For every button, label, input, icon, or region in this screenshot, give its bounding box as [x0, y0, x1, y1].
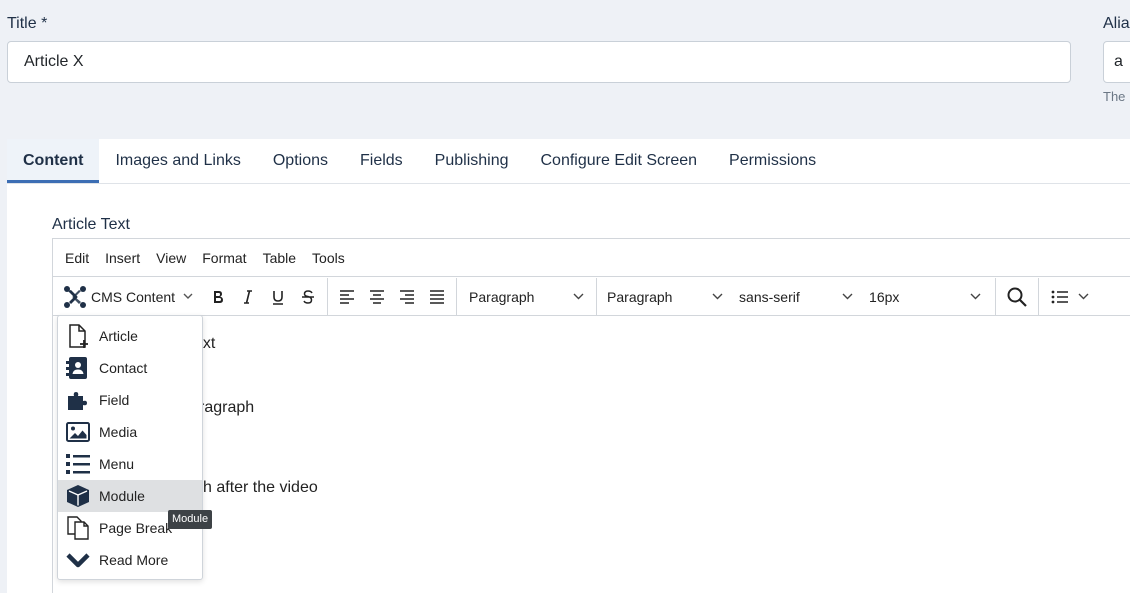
underline-button[interactable]: [263, 282, 293, 312]
align-left-button[interactable]: [332, 282, 362, 312]
cms-item-label: Module: [99, 488, 145, 504]
alias-input[interactable]: a: [1103, 41, 1130, 83]
article-text-label: Article Text: [52, 216, 130, 233]
tab-content[interactable]: Content: [7, 139, 100, 183]
alias-help-text: The: [1103, 89, 1126, 104]
title-label: Title *: [7, 15, 48, 32]
font-size-select[interactable]: 16px: [861, 282, 989, 312]
strikethrough-button[interactable]: [293, 282, 323, 312]
menu-edit[interactable]: Edit: [57, 250, 97, 266]
address-card-icon: [65, 356, 91, 380]
italic-button[interactable]: [233, 282, 263, 312]
cms-item-label: Menu: [99, 456, 135, 472]
search-icon: [1007, 287, 1027, 307]
italic-icon: [244, 289, 253, 304]
editor-toolbar: CMS Content Paragraph Paragraph sans-ser…: [53, 277, 1130, 316]
tooltip: Module: [168, 510, 213, 529]
cms-item-field[interactable]: Field: [58, 384, 202, 416]
align-center-button[interactable]: [362, 282, 392, 312]
cms-item-contact[interactable]: Contact: [58, 352, 202, 384]
puzzle-piece-icon: [65, 388, 91, 412]
file-plus-icon: [65, 324, 91, 348]
cms-item-label: Article: [99, 328, 138, 344]
cms-item-menu[interactable]: Menu: [58, 448, 202, 480]
font-family-value: sans-serif: [739, 288, 800, 305]
copy-icon: [65, 516, 91, 540]
align-right-button[interactable]: [392, 282, 422, 312]
cms-item-label: Page Break: [99, 520, 173, 536]
style-format-value: Paragraph: [607, 288, 673, 305]
block-format-select[interactable]: Paragraph: [461, 282, 592, 312]
align-right-icon: [400, 289, 415, 304]
chevron-down-icon: [1078, 293, 1089, 300]
chevron-down-icon: [573, 293, 584, 300]
tab-images-and-links[interactable]: Images and Links: [99, 139, 256, 183]
bold-icon: [214, 290, 224, 303]
font-size-value: 16px: [869, 288, 900, 305]
menu-tools[interactable]: Tools: [304, 250, 353, 266]
chevron-down-icon: [65, 548, 91, 572]
cube-icon: [65, 484, 91, 508]
bold-button[interactable]: [203, 282, 233, 312]
alias-label: Alias: [1103, 15, 1130, 32]
search-button[interactable]: [1002, 282, 1032, 312]
cms-content-button[interactable]: CMS Content: [59, 282, 197, 312]
tab-publishing[interactable]: Publishing: [419, 139, 525, 183]
chevron-down-icon: [183, 293, 193, 299]
list-icon: [65, 452, 91, 476]
chevron-down-icon: [842, 293, 853, 300]
block-format-value: Paragraph: [469, 288, 535, 305]
image-icon: [65, 420, 91, 444]
cms-item-label: Contact: [99, 360, 148, 376]
cms-content-label: CMS Content: [91, 288, 176, 305]
tab-bar: Content Images and Links Options Fields …: [7, 139, 1130, 184]
tab-options[interactable]: Options: [257, 139, 344, 183]
cms-item-label: Read More: [99, 552, 169, 568]
chevron-down-icon: [712, 293, 723, 300]
style-format-select[interactable]: Paragraph: [599, 282, 731, 312]
cms-item-label: Field: [99, 392, 130, 408]
align-left-icon: [340, 289, 355, 304]
bullet-list-icon: [1051, 290, 1069, 303]
tab-permissions[interactable]: Permissions: [713, 139, 832, 183]
cms-item-article[interactable]: Article: [58, 320, 202, 352]
cms-item-media[interactable]: Media: [58, 416, 202, 448]
chevron-down-icon: [970, 293, 981, 300]
bullet-list-button[interactable]: [1047, 282, 1092, 312]
underline-icon: [273, 290, 284, 305]
align-center-icon: [370, 289, 385, 304]
content-line-2: ragraph: [199, 399, 255, 416]
menu-view[interactable]: View: [148, 250, 194, 266]
cms-item-module[interactable]: Module: [58, 480, 202, 512]
editor-menubar: Edit Insert View Format Table Tools: [53, 239, 1130, 277]
tab-configure-edit-screen[interactable]: Configure Edit Screen: [525, 139, 714, 183]
menu-insert[interactable]: Insert: [97, 250, 148, 266]
menu-table[interactable]: Table: [255, 250, 304, 266]
title-input[interactable]: Article X: [7, 41, 1071, 83]
justify-icon: [430, 289, 445, 304]
strikethrough-icon: [302, 289, 315, 304]
cms-content-dropdown: Article Contact Field Media Menu Module: [57, 315, 203, 580]
content-line-3: h after the video: [203, 479, 318, 496]
cms-item-label: Media: [99, 424, 138, 440]
joomla-icon: [64, 285, 86, 308]
tab-fields[interactable]: Fields: [344, 139, 419, 183]
menu-format[interactable]: Format: [194, 250, 254, 266]
justify-button[interactable]: [422, 282, 452, 312]
font-family-select[interactable]: sans-serif: [731, 282, 861, 312]
cms-item-read-more[interactable]: Read More: [58, 544, 202, 576]
